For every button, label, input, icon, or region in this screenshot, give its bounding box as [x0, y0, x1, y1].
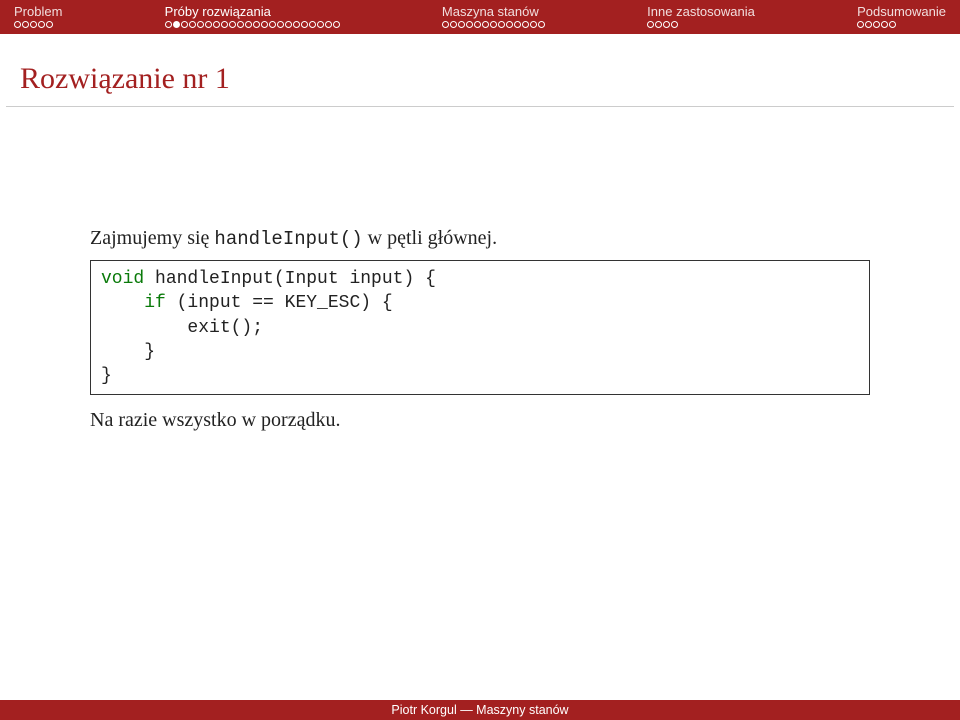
progress-dot[interactable] — [474, 21, 481, 28]
intro-fn: handleInput() — [214, 228, 362, 250]
progress-dot[interactable] — [285, 21, 292, 28]
nav-section[interactable]: Podsumowanie — [857, 4, 946, 28]
outro-line: Na razie wszystko w porządku. — [90, 409, 870, 432]
progress-dot[interactable] — [857, 21, 864, 28]
nav-progress-dots — [442, 21, 545, 28]
progress-dot[interactable] — [655, 21, 662, 28]
progress-dot[interactable] — [514, 21, 521, 28]
nav-label[interactable]: Inne zastosowania — [647, 4, 755, 19]
progress-dot[interactable] — [221, 21, 228, 28]
progress-dot[interactable] — [498, 21, 505, 28]
progress-dot[interactable] — [317, 21, 324, 28]
progress-dot[interactable] — [881, 21, 888, 28]
progress-dot[interactable] — [30, 21, 37, 28]
intro-line: Zajmujemy się handleInput() w pętli głów… — [90, 227, 870, 250]
nav-progress-dots — [14, 21, 53, 28]
progress-dot[interactable] — [442, 21, 449, 28]
progress-dot[interactable] — [181, 21, 188, 28]
nav-label[interactable]: Podsumowanie — [857, 4, 946, 19]
progress-dot[interactable] — [293, 21, 300, 28]
progress-dot[interactable] — [490, 21, 497, 28]
progress-dot[interactable] — [46, 21, 53, 28]
progress-dot[interactable] — [506, 21, 513, 28]
progress-dot[interactable] — [14, 21, 21, 28]
kw-void: void — [101, 269, 144, 289]
kw-if: if — [144, 293, 166, 313]
progress-dot[interactable] — [538, 21, 545, 28]
nav-label[interactable]: Próby rozwiązania — [165, 4, 271, 19]
progress-dot[interactable] — [269, 21, 276, 28]
nav-section[interactable]: Inne zastosowania — [647, 4, 755, 28]
progress-dot[interactable] — [237, 21, 244, 28]
progress-dot[interactable] — [165, 21, 172, 28]
progress-dot[interactable] — [38, 21, 45, 28]
progress-dot[interactable] — [530, 21, 537, 28]
progress-dot[interactable] — [301, 21, 308, 28]
progress-dot[interactable] — [213, 21, 220, 28]
nav-label[interactable]: Maszyna stanów — [442, 4, 539, 19]
code-l2: (input == KEY_ESC) { — [166, 293, 393, 313]
progress-dot[interactable] — [229, 21, 236, 28]
progress-dot[interactable] — [671, 21, 678, 28]
progress-dot[interactable] — [22, 21, 29, 28]
slide-title: Rozwiązanie nr 1 — [0, 34, 960, 106]
progress-dot[interactable] — [450, 21, 457, 28]
nav-progress-dots — [857, 21, 896, 28]
progress-dot[interactable] — [189, 21, 196, 28]
intro-pre: Zajmujemy się — [90, 227, 214, 249]
nav-section[interactable]: Maszyna stanów — [442, 4, 545, 28]
code-l3: exit(); — [101, 318, 263, 338]
progress-dot[interactable] — [325, 21, 332, 28]
progress-dot[interactable] — [197, 21, 204, 28]
code-l4: } — [101, 342, 155, 362]
progress-dot[interactable] — [873, 21, 880, 28]
progress-dot[interactable] — [253, 21, 260, 28]
code-l1: handleInput(Input input) { — [144, 269, 436, 289]
progress-dot[interactable] — [889, 21, 896, 28]
progress-dot[interactable] — [466, 21, 473, 28]
nav-label[interactable]: Problem — [14, 4, 62, 19]
code-l5: } — [101, 366, 112, 386]
nav-bar: Problem Próby rozwiązania Maszyna stanów In… — [0, 0, 960, 34]
progress-dot[interactable] — [663, 21, 670, 28]
code-block: void handleInput(Input input) { if (inpu… — [90, 260, 870, 395]
progress-dot[interactable] — [333, 21, 340, 28]
nav-progress-dots — [647, 21, 678, 28]
slide-content: Zajmujemy się handleInput() w pętli głów… — [0, 107, 960, 432]
progress-dot[interactable] — [647, 21, 654, 28]
nav-section[interactable]: Próby rozwiązania — [165, 4, 340, 28]
progress-dot[interactable] — [522, 21, 529, 28]
progress-dot[interactable] — [173, 21, 180, 28]
progress-dot[interactable] — [261, 21, 268, 28]
progress-dot[interactable] — [277, 21, 284, 28]
progress-dot[interactable] — [865, 21, 872, 28]
progress-dot[interactable] — [205, 21, 212, 28]
nav-section[interactable]: Problem — [14, 4, 62, 28]
nav-progress-dots — [165, 21, 340, 28]
code-l2p — [101, 293, 144, 313]
progress-dot[interactable] — [482, 21, 489, 28]
footer: Piotr Korgul — Maszyny stanów — [0, 700, 960, 720]
progress-dot[interactable] — [309, 21, 316, 28]
progress-dot[interactable] — [245, 21, 252, 28]
intro-post: w pętli głównej. — [363, 227, 497, 249]
progress-dot[interactable] — [458, 21, 465, 28]
